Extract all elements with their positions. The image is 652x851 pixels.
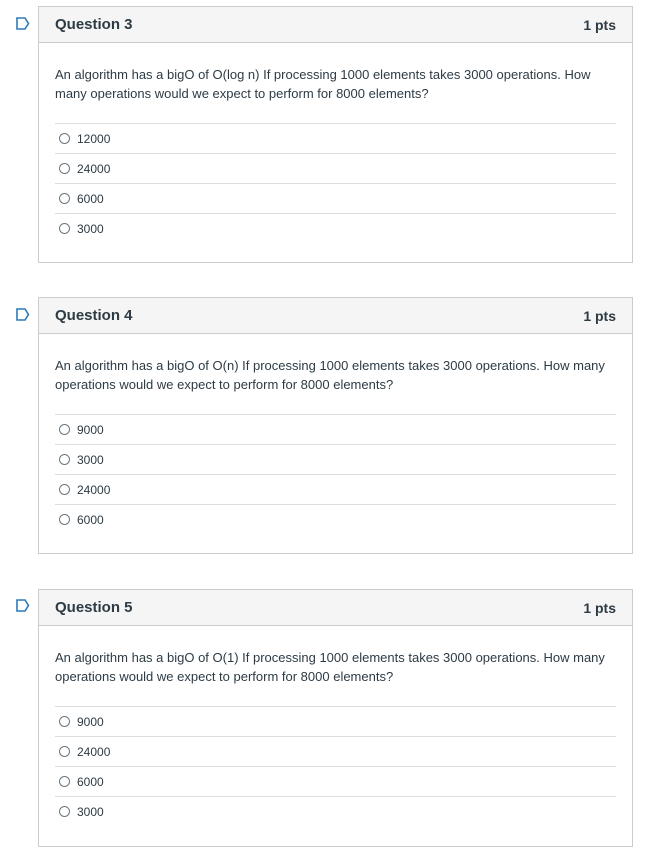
answer-label: 6000 xyxy=(77,512,104,527)
radio-button[interactable] xyxy=(59,484,70,495)
question-header: Question 5 1 pts xyxy=(39,590,632,626)
flag-question-icon[interactable] xyxy=(16,599,30,612)
answer-list: 9000 24000 6000 3000 xyxy=(55,706,616,826)
radio-button[interactable] xyxy=(59,776,70,787)
answer-label: 3000 xyxy=(77,221,104,236)
radio-button[interactable] xyxy=(59,193,70,204)
question-header: Question 4 1 pts xyxy=(39,298,632,334)
radio-button[interactable] xyxy=(59,514,70,525)
radio-button[interactable] xyxy=(59,133,70,144)
flag-question-icon[interactable] xyxy=(16,17,30,30)
answer-list: 12000 24000 6000 3000 xyxy=(55,123,616,243)
radio-button[interactable] xyxy=(59,746,70,757)
answer-list: 9000 3000 24000 6000 xyxy=(55,414,616,534)
answer-option[interactable]: 3000 xyxy=(55,796,616,826)
answer-label: 9000 xyxy=(77,422,104,437)
answer-label: 24000 xyxy=(77,482,111,497)
answer-option[interactable]: 6000 xyxy=(55,183,616,213)
radio-button[interactable] xyxy=(59,163,70,174)
question-points: 1 pts xyxy=(583,307,616,324)
answer-option[interactable]: 3000 xyxy=(55,444,616,474)
answer-label: 3000 xyxy=(77,452,104,467)
question-card: Question 5 1 pts An algorithm has a bigO… xyxy=(38,589,633,847)
question-title: Question 4 xyxy=(55,307,133,324)
answer-label: 24000 xyxy=(77,744,111,759)
question-card: Question 3 1 pts An algorithm has a bigO… xyxy=(38,6,633,263)
answer-option[interactable]: 24000 xyxy=(55,153,616,183)
answer-label: 3000 xyxy=(77,804,104,819)
question-text: An algorithm has a bigO of O(1) If proce… xyxy=(55,650,605,684)
answer-label: 6000 xyxy=(77,191,104,206)
answer-option[interactable]: 6000 xyxy=(55,766,616,796)
answer-option[interactable]: 6000 xyxy=(55,504,616,534)
answer-option[interactable]: 9000 xyxy=(55,414,616,444)
answer-label: 9000 xyxy=(77,714,104,729)
radio-button[interactable] xyxy=(59,806,70,817)
question-header: Question 3 1 pts xyxy=(39,7,632,43)
question-text: An algorithm has a bigO of O(n) If proce… xyxy=(55,358,605,392)
radio-button[interactable] xyxy=(59,716,70,727)
flag-question-icon[interactable] xyxy=(16,308,30,321)
answer-option[interactable]: 3000 xyxy=(55,213,616,243)
radio-button[interactable] xyxy=(59,424,70,435)
answer-label: 24000 xyxy=(77,161,111,176)
question-card: Question 4 1 pts An algorithm has a bigO… xyxy=(38,297,633,554)
question-title: Question 5 xyxy=(55,599,133,616)
answer-label: 6000 xyxy=(77,774,104,789)
radio-button[interactable] xyxy=(59,223,70,234)
question-title: Question 3 xyxy=(55,16,133,33)
radio-button[interactable] xyxy=(59,454,70,465)
question-text: An algorithm has a bigO of O(log n) If p… xyxy=(55,67,591,101)
answer-label: 12000 xyxy=(77,131,111,146)
question-points: 1 pts xyxy=(583,16,616,33)
question-points: 1 pts xyxy=(583,599,616,616)
answer-option[interactable]: 12000 xyxy=(55,123,616,153)
answer-option[interactable]: 24000 xyxy=(55,736,616,766)
answer-option[interactable]: 9000 xyxy=(55,706,616,736)
answer-option[interactable]: 24000 xyxy=(55,474,616,504)
